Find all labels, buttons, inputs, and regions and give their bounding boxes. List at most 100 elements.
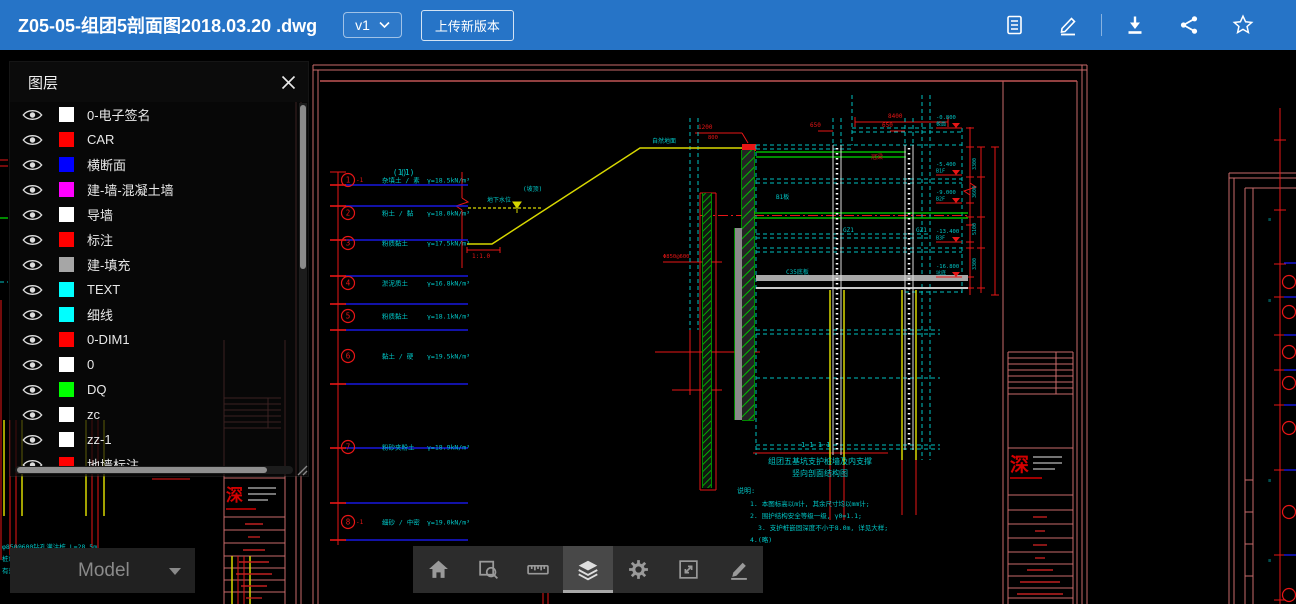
layers-panel-title: 图层: [28, 72, 58, 93]
zoom-window-button[interactable]: [463, 546, 513, 593]
svg-text:C35底板: C35底板: [786, 268, 809, 276]
layer-row[interactable]: 建-墙-混凝土墙: [10, 177, 308, 202]
eye-icon[interactable]: [22, 383, 44, 397]
layer-color-swatch[interactable]: [59, 107, 74, 122]
svg-text:深: 深: [1010, 453, 1029, 476]
layer-row[interactable]: 横断面: [10, 152, 308, 177]
svg-text:1: 1: [346, 176, 351, 185]
layer-color-swatch[interactable]: [59, 357, 74, 372]
vertical-scrollbar[interactable]: [299, 103, 307, 475]
layers-panel-header[interactable]: 图层: [10, 62, 308, 102]
svg-text:GZ1: GZ1: [843, 227, 854, 234]
eye-icon[interactable]: [22, 208, 44, 222]
eye-icon[interactable]: [22, 108, 44, 122]
layer-color-swatch[interactable]: [59, 332, 74, 347]
svg-text:B1板: B1板: [776, 193, 789, 201]
settings-button[interactable]: [613, 546, 663, 593]
layer-row[interactable]: CAR: [10, 127, 308, 152]
layer-row[interactable]: 标注: [10, 227, 308, 252]
layer-color-swatch[interactable]: [59, 282, 74, 297]
layer-row[interactable]: DQ: [10, 377, 308, 402]
svg-text:7: 7: [346, 443, 351, 452]
svg-text:粉砂夹粉土: 粉砂夹粉土: [382, 443, 415, 452]
horizontal-scrollbar-thumb[interactable]: [17, 467, 267, 473]
viewer-toolbar: [413, 546, 763, 593]
eye-icon[interactable]: [22, 158, 44, 172]
layer-row[interactable]: TEXT: [10, 277, 308, 302]
share-icon[interactable]: [1162, 14, 1216, 36]
eye-icon[interactable]: [22, 308, 44, 322]
svg-text:≡: ≡: [1268, 478, 1271, 484]
fullscreen-button[interactable]: [663, 546, 713, 593]
eye-icon[interactable]: [22, 233, 44, 247]
svg-text:-16.800: -16.800: [936, 264, 959, 270]
svg-text:≡: ≡: [1268, 298, 1271, 304]
layer-name: 0-电子签名: [87, 105, 151, 124]
eye-icon[interactable]: [22, 433, 44, 447]
eye-icon[interactable]: [22, 333, 44, 347]
measure-button[interactable]: [513, 546, 563, 593]
layer-color-swatch[interactable]: [59, 407, 74, 422]
layer-color-swatch[interactable]: [59, 307, 74, 322]
version-select[interactable]: v1: [343, 12, 402, 38]
markup-button[interactable]: [713, 546, 763, 593]
layer-row[interactable]: 建-填充: [10, 252, 308, 277]
eye-icon[interactable]: [22, 258, 44, 272]
layer-row[interactable]: 0: [10, 352, 308, 377]
layer-name: 标注: [87, 230, 113, 249]
panel-resize-handle[interactable]: [295, 463, 308, 476]
layer-row[interactable]: zz-1: [10, 427, 308, 452]
layer-name: zz-1: [87, 432, 112, 447]
model-space-select[interactable]: Model: [10, 548, 195, 593]
layer-row[interactable]: zc: [10, 402, 308, 427]
horizontal-scrollbar[interactable]: [15, 466, 293, 474]
home-button[interactable]: [413, 546, 463, 593]
svg-text:γ=17.5kN/m³: γ=17.5kN/m³: [427, 240, 470, 248]
header-actions: [987, 14, 1270, 36]
svg-text:γ=16.8kN/m³: γ=16.8kN/m³: [427, 280, 470, 288]
eye-icon[interactable]: [22, 283, 44, 297]
layer-color-swatch[interactable]: [59, 232, 74, 247]
svg-text:3600: 3600: [972, 186, 978, 198]
svg-text:-1: -1: [356, 519, 364, 526]
layer-row[interactable]: 导墙: [10, 202, 308, 227]
layers-button[interactable]: [563, 546, 613, 593]
layer-color-swatch[interactable]: [59, 382, 74, 397]
upload-new-version-button[interactable]: 上传新版本: [421, 10, 514, 41]
svg-text:板面: 板面: [936, 121, 946, 128]
svg-text:(坡顶): (坡顶): [523, 185, 542, 193]
svg-text:B3F: B3F: [936, 236, 945, 242]
svg-text:-9.000: -9.000: [936, 190, 956, 196]
layer-row[interactable]: 细线: [10, 302, 308, 327]
svg-text:粉质黏土: 粉质黏土: [382, 239, 409, 248]
eye-icon[interactable]: [22, 358, 44, 372]
layer-color-swatch[interactable]: [59, 207, 74, 222]
eye-icon[interactable]: [22, 183, 44, 197]
eye-icon[interactable]: [22, 133, 44, 147]
svg-text:800: 800: [708, 135, 718, 141]
layer-row[interactable]: 0-DIM1: [10, 327, 308, 352]
annotate-icon[interactable]: [1041, 14, 1095, 36]
svg-text:深: 深: [226, 485, 243, 506]
layer-color-swatch[interactable]: [59, 182, 74, 197]
document-info-icon[interactable]: [987, 14, 1041, 36]
layer-name: 细线: [87, 305, 113, 324]
star-icon[interactable]: [1216, 14, 1270, 36]
layer-color-swatch[interactable]: [59, 132, 74, 147]
vertical-scrollbar-thumb[interactable]: [300, 105, 306, 269]
close-icon[interactable]: [281, 75, 296, 90]
svg-text:8: 8: [346, 518, 351, 527]
layer-color-swatch[interactable]: [59, 157, 74, 172]
download-icon[interactable]: [1108, 14, 1162, 36]
svg-text:3: 3: [346, 239, 351, 248]
layer-name: 建-墙-混凝土墙: [87, 180, 174, 199]
eye-icon[interactable]: [22, 408, 44, 422]
svg-text:3. 支护桩嵌固深度不小于8.0m, 详见大样;: 3. 支护桩嵌固深度不小于8.0m, 详见大样;: [758, 523, 888, 532]
svg-text:说明:: 说明:: [737, 486, 755, 495]
layer-color-swatch[interactable]: [59, 432, 74, 447]
svg-text:黏土 / 硬: 黏土 / 硬: [382, 352, 414, 361]
header-divider: [1101, 14, 1102, 36]
svg-text:γ=18.0kN/m³: γ=18.0kN/m³: [427, 210, 470, 218]
layer-row[interactable]: 0-电子签名: [10, 102, 308, 127]
layer-color-swatch[interactable]: [59, 257, 74, 272]
